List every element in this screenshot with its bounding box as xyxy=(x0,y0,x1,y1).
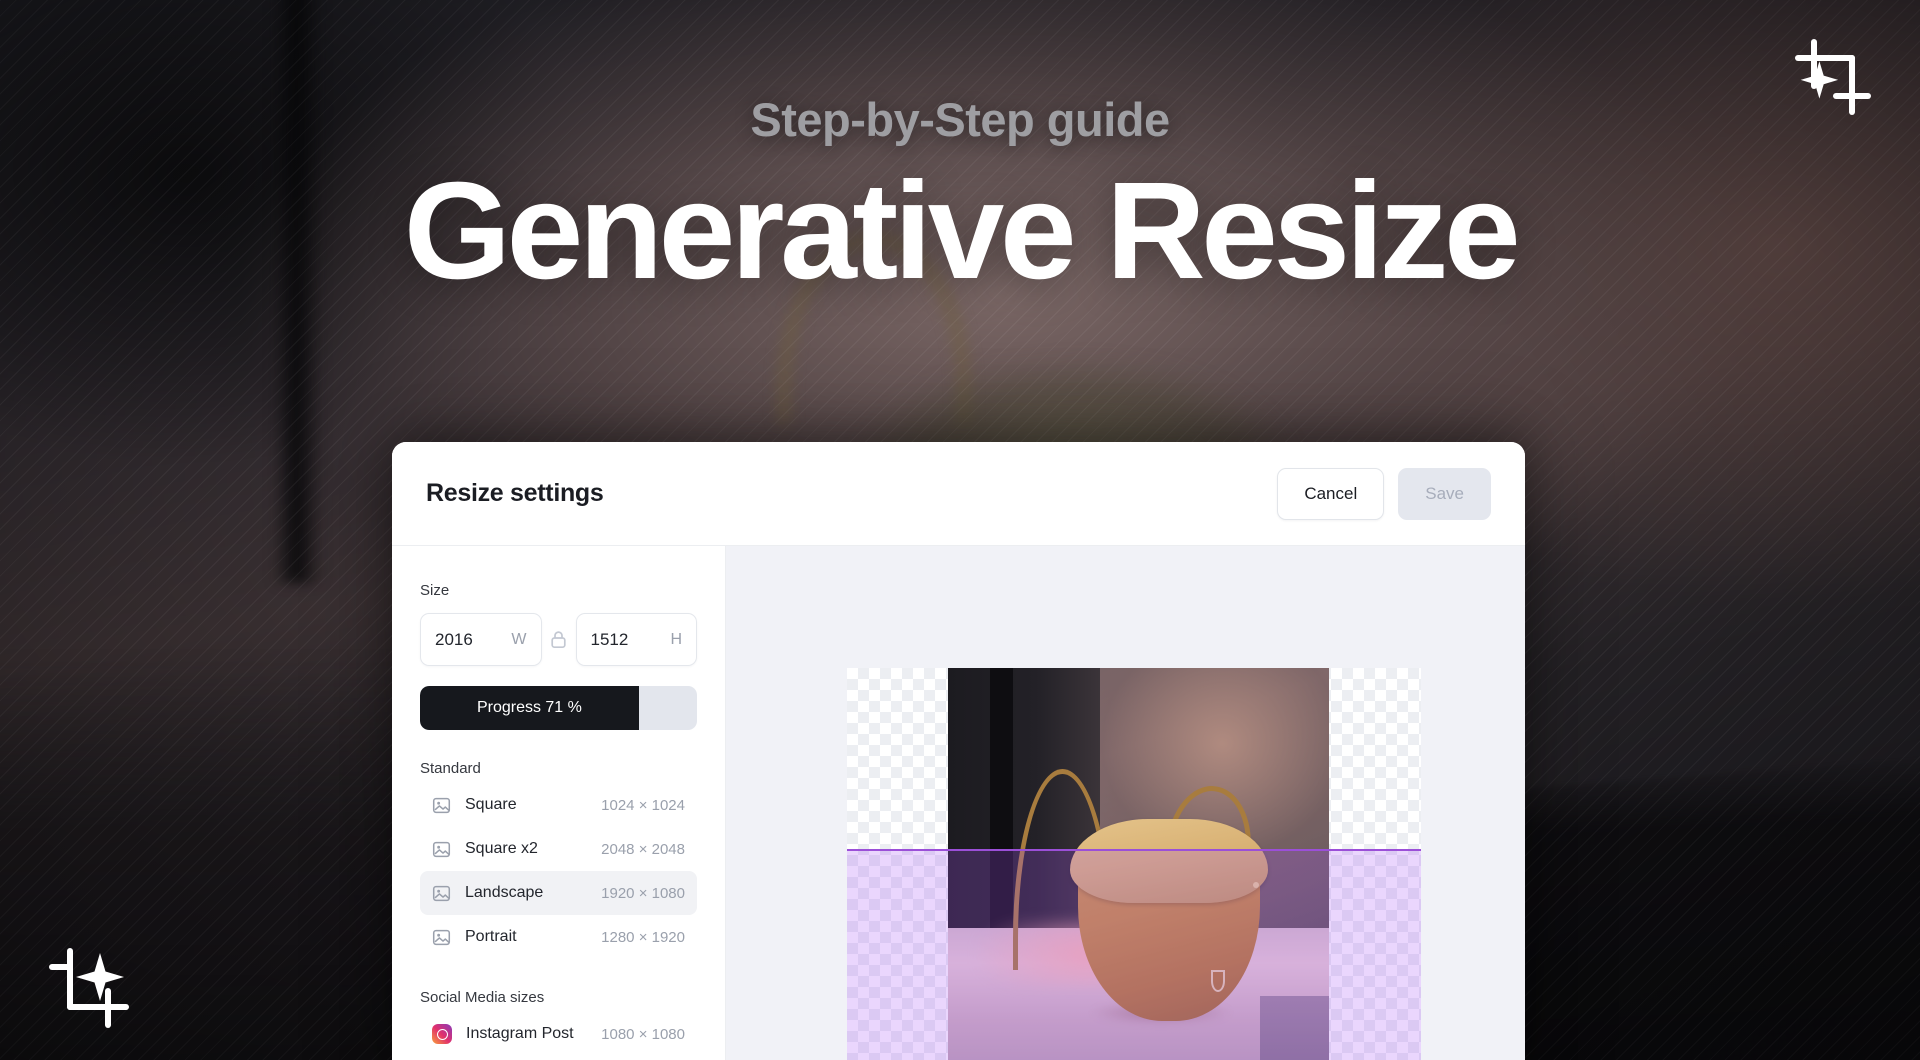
dialog-actions: Cancel Save xyxy=(1277,467,1491,520)
selection-boundary-line[interactable] xyxy=(847,848,1421,851)
preset-groups: Standard Square 1024 × 1024 Square x2 2048 ×… xyxy=(420,760,697,1056)
dialog-header: Resize settings Cancel Save xyxy=(392,442,1525,546)
progress-bar: Progress 71 % xyxy=(420,686,697,730)
image-icon xyxy=(432,885,451,901)
preset-group-title: Social Media sizes xyxy=(420,989,545,1006)
preset-group-title: Standard xyxy=(420,760,481,777)
preset-list: Instagram Post 1080 × 1080 xyxy=(420,1012,697,1056)
preset-name: Portrait xyxy=(465,928,517,945)
preset-row-square-x2[interactable]: Square x2 2048 × 2048 xyxy=(420,827,697,871)
progress-bar-fill: Progress 71 % xyxy=(420,686,639,730)
page-title: Generative Resize xyxy=(403,154,1521,308)
dialog-body: Size 2016 W 1512 H Progress 71 % Standar… xyxy=(392,546,1525,1060)
resize-canvas[interactable] xyxy=(847,668,1421,1060)
preset-row-landscape[interactable]: Landscape 1920 × 1080 xyxy=(420,871,697,915)
settings-panel: Size 2016 W 1512 H Progress 71 % Standar… xyxy=(392,546,726,1060)
preset-dimensions: 1024 × 1024 xyxy=(601,796,685,814)
hero-section: Step-by-Step guide Generative Resize xyxy=(0,92,1920,302)
size-section-label: Size xyxy=(420,582,450,599)
preview-panel[interactable] xyxy=(726,546,1525,1060)
preset-name: Landscape xyxy=(465,884,544,901)
height-unit-label: H xyxy=(670,630,682,648)
preset-row-portrait[interactable]: Portrait 1280 × 1920 xyxy=(420,915,697,959)
preset-row-square[interactable]: Square 1024 × 1024 xyxy=(420,783,697,827)
hero-eyebrow: Step-by-Step guide xyxy=(750,93,1170,146)
preset-row-instagram-post[interactable]: Instagram Post 1080 × 1080 xyxy=(420,1012,697,1056)
crop-sparkle-icon xyxy=(1790,36,1874,125)
lock-closed-icon xyxy=(551,631,566,649)
width-field[interactable]: 2016 W xyxy=(420,613,542,666)
cancel-button[interactable]: Cancel xyxy=(1277,467,1385,520)
progress-label: Progress 71 % xyxy=(476,699,582,716)
preset-list: Square 1024 × 1024 Square x2 2048 × 2048 Lan… xyxy=(420,783,697,959)
preset-dimensions: 1920 × 1080 xyxy=(601,884,685,902)
preset-dimensions: 1080 × 1080 xyxy=(601,1025,685,1043)
image-icon xyxy=(432,797,451,813)
progress-row: Progress 71 % xyxy=(420,686,697,730)
image-icon xyxy=(432,841,451,857)
crop-sparkle-icon xyxy=(44,941,136,1038)
selection-overlay[interactable] xyxy=(847,850,1421,1060)
instagram-icon xyxy=(432,1024,452,1044)
size-fields: 2016 W 1512 H xyxy=(420,613,697,666)
aspect-ratio-lock-button[interactable] xyxy=(542,630,576,649)
image-icon xyxy=(432,929,451,945)
width-unit-label: W xyxy=(511,630,527,648)
width-value[interactable]: 2016 xyxy=(435,630,511,650)
height-value[interactable]: 1512 xyxy=(591,630,671,650)
preset-dimensions: 1280 × 1920 xyxy=(601,928,685,946)
dialog-title: Resize settings xyxy=(426,479,604,507)
preset-name: Square x2 xyxy=(465,840,538,857)
resize-settings-dialog: Resize settings Cancel Save Size 2016 W xyxy=(392,442,1525,1060)
preset-dimensions: 2048 × 2048 xyxy=(601,840,685,858)
preset-name: Instagram Post xyxy=(466,1025,574,1042)
preset-name: Square xyxy=(465,796,517,813)
save-button[interactable]: Save xyxy=(1398,467,1491,520)
height-field[interactable]: 1512 H xyxy=(575,613,697,666)
